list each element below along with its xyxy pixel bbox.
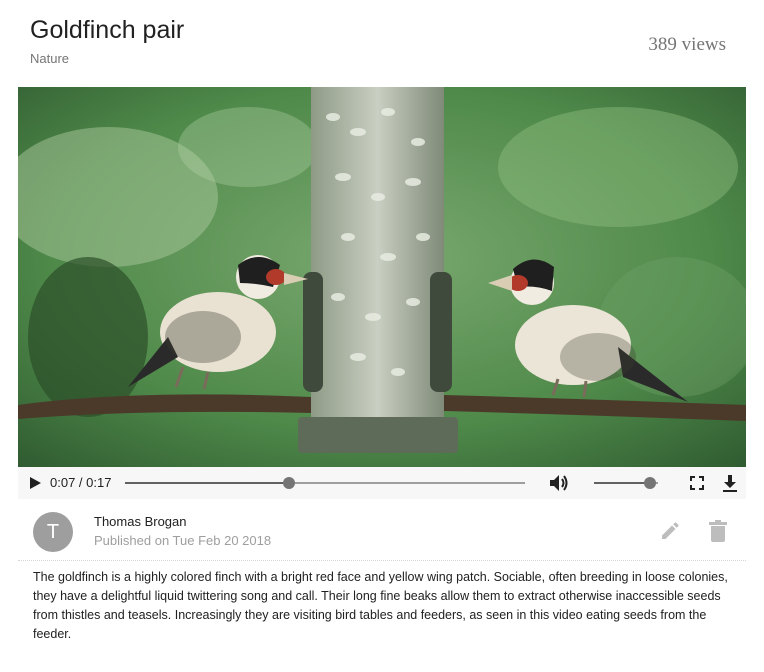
seek-bar[interactable] [125, 477, 525, 489]
video-still-image [18, 87, 746, 467]
play-icon[interactable] [28, 476, 42, 490]
video-category: Nature [30, 51, 70, 66]
avatar: T [33, 512, 73, 552]
video-controls: 0:07 / 0:17 [18, 467, 746, 499]
volume-level-fill [594, 482, 651, 484]
seek-thumb[interactable] [283, 477, 295, 489]
volume-icon[interactable] [549, 474, 569, 492]
seek-progress-fill [125, 482, 289, 484]
published-date: Published on Tue Feb 20 2018 [94, 533, 272, 548]
time-display: 0:07 / 0:17 [50, 475, 112, 490]
download-icon[interactable] [722, 474, 738, 492]
volume-slider[interactable] [594, 477, 658, 489]
video-frame[interactable] [18, 87, 746, 467]
edit-pencil-icon[interactable] [660, 521, 680, 541]
fullscreen-icon[interactable] [690, 476, 704, 490]
video-title: Goldfinch pair [30, 16, 185, 44]
delete-trash-icon[interactable] [709, 520, 727, 542]
author-name: Thomas Brogan [94, 514, 187, 529]
view-count: 389 views [648, 34, 726, 55]
divider [18, 560, 746, 561]
video-description: The goldfinch is a highly colored finch … [33, 570, 728, 641]
volume-thumb[interactable] [644, 477, 657, 489]
